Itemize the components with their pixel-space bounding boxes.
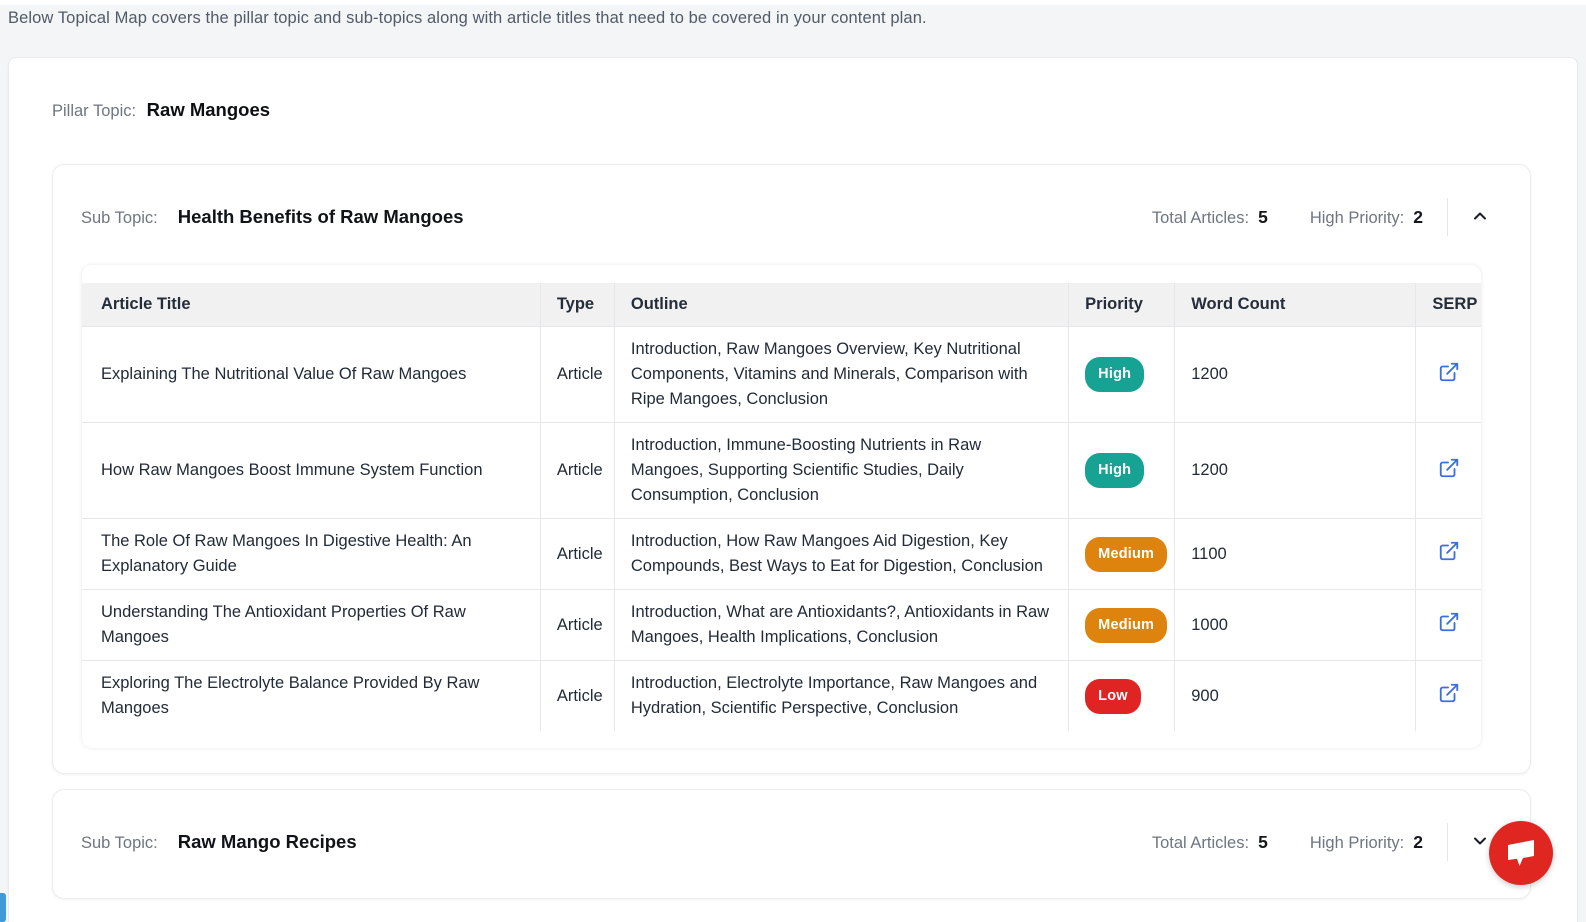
- article-serp-cell: [1416, 423, 1481, 519]
- header-article-title: Article Title: [82, 283, 540, 327]
- serp-link-button[interactable]: [1436, 455, 1462, 484]
- article-word-count-cell: 1200: [1175, 327, 1416, 423]
- article-title-cell: The Role Of Raw Mangoes In Digestive Hea…: [82, 519, 540, 590]
- serp-link-button[interactable]: [1436, 609, 1462, 638]
- table-header-row: Article Title Type Outline Priority Word…: [82, 283, 1481, 327]
- chevron-down-icon: [1472, 835, 1488, 850]
- chevron-up-icon: [1472, 210, 1488, 225]
- pillar-topic-label: Pillar Topic:: [52, 102, 136, 120]
- article-serp-cell: [1416, 590, 1481, 661]
- article-priority-cell: Medium: [1069, 590, 1175, 661]
- header-type: Type: [540, 283, 614, 327]
- subtopic-card-health-benefits: Sub Topic: Health Benefits of Raw Mangoe…: [52, 164, 1531, 774]
- table-row: Understanding The Antioxidant Properties…: [82, 590, 1481, 661]
- article-title-cell: Explaining The Nutritional Value Of Raw …: [82, 327, 540, 423]
- header-divider: [1447, 198, 1448, 236]
- table-row: The Role Of Raw Mangoes In Digestive Hea…: [82, 519, 1481, 590]
- subtopic-title-group: Sub Topic: Raw Mango Recipes: [81, 831, 357, 853]
- article-word-count-cell: 1200: [1175, 423, 1416, 519]
- table-row: Exploring The Electrolyte Balance Provid…: [82, 661, 1481, 732]
- article-priority-cell: High: [1069, 423, 1175, 519]
- header-serp: SERP: [1416, 283, 1481, 327]
- article-type-cell: Article: [540, 661, 614, 732]
- priority-badge: Medium: [1085, 608, 1167, 643]
- external-link-icon: [1438, 692, 1460, 707]
- subtopic-card-recipes: Sub Topic: Raw Mango Recipes Total Artic…: [52, 789, 1531, 899]
- header-outline: Outline: [614, 283, 1068, 327]
- article-title-cell: Exploring The Electrolyte Balance Provid…: [82, 661, 540, 732]
- article-type-cell: Article: [540, 519, 614, 590]
- subtopic-stats: Total Articles: 5 High Priority: 2: [1110, 823, 1494, 861]
- subtopic-title-group: Sub Topic: Health Benefits of Raw Mangoe…: [81, 206, 464, 228]
- total-articles-stat: Total Articles: 5: [1152, 832, 1268, 853]
- header-divider: [1447, 823, 1448, 861]
- high-priority-value: 2: [1413, 207, 1423, 228]
- total-articles-value: 5: [1258, 832, 1268, 853]
- article-type-cell: Article: [540, 590, 614, 661]
- article-priority-cell: Low: [1069, 661, 1175, 732]
- chat-launcher-button[interactable]: [1489, 821, 1553, 885]
- table-row: Explaining The Nutritional Value Of Raw …: [82, 327, 1481, 423]
- topical-map-card: Pillar Topic: Raw Mangoes Sub Topic: Hea…: [8, 57, 1578, 922]
- partial-widget-sliver: [0, 893, 6, 922]
- external-link-icon: [1438, 467, 1460, 482]
- priority-badge: High: [1085, 453, 1144, 488]
- subtopic-title: Health Benefits of Raw Mangoes: [178, 206, 464, 228]
- external-link-icon: [1438, 550, 1460, 565]
- high-priority-stat: High Priority: 2: [1310, 832, 1423, 853]
- top-strip: [0, 0, 1586, 5]
- article-title-cell: Understanding The Antioxidant Properties…: [82, 590, 540, 661]
- pillar-topic-value: Raw Mangoes: [147, 99, 270, 120]
- priority-badge: Medium: [1085, 537, 1167, 572]
- serp-link-button[interactable]: [1436, 538, 1462, 567]
- header-word-count: Word Count: [1175, 283, 1416, 327]
- article-outline-cell: Introduction, Electrolyte Importance, Ra…: [614, 661, 1068, 732]
- article-type-cell: Article: [540, 327, 614, 423]
- article-word-count-cell: 1100: [1175, 519, 1416, 590]
- article-word-count-cell: 1000: [1175, 590, 1416, 661]
- article-priority-cell: High: [1069, 327, 1175, 423]
- article-priority-cell: Medium: [1069, 519, 1175, 590]
- subtopic-title: Raw Mango Recipes: [178, 831, 357, 853]
- subtopic-label: Sub Topic:: [81, 209, 158, 228]
- article-outline-cell: Introduction, Immune-Boosting Nutrients …: [614, 423, 1068, 519]
- subtopic-label: Sub Topic:: [81, 834, 158, 853]
- article-serp-cell: [1416, 327, 1481, 423]
- total-articles-label: Total Articles:: [1152, 834, 1249, 853]
- articles-table-container: Article Title Type Outline Priority Word…: [82, 265, 1481, 748]
- article-outline-cell: Introduction, Raw Mangoes Overview, Key …: [614, 327, 1068, 423]
- total-articles-label: Total Articles:: [1152, 209, 1249, 228]
- article-serp-cell: [1416, 519, 1481, 590]
- high-priority-value: 2: [1413, 832, 1423, 853]
- high-priority-stat: High Priority: 2: [1310, 207, 1423, 228]
- subtopic-stats: Total Articles: 5 High Priority: 2: [1110, 198, 1494, 236]
- article-word-count-cell: 900: [1175, 661, 1416, 732]
- article-outline-cell: Introduction, What are Antioxidants?, An…: [614, 590, 1068, 661]
- articles-table: Article Title Type Outline Priority Word…: [82, 283, 1481, 731]
- header-priority: Priority: [1069, 283, 1175, 327]
- article-type-cell: Article: [540, 423, 614, 519]
- subtopic-header: Sub Topic: Raw Mango Recipes Total Artic…: [53, 790, 1530, 890]
- serp-link-button[interactable]: [1436, 680, 1462, 709]
- priority-badge: Low: [1085, 679, 1141, 714]
- article-outline-cell: Introduction, How Raw Mangoes Aid Digest…: [614, 519, 1068, 590]
- article-serp-cell: [1416, 661, 1481, 732]
- total-articles-value: 5: [1258, 207, 1268, 228]
- article-title-cell: How Raw Mangoes Boost Immune System Func…: [82, 423, 540, 519]
- chat-bubble-icon: [1489, 820, 1553, 887]
- intro-text: Below Topical Map covers the pillar topi…: [8, 9, 1586, 28]
- collapse-subtopic-button[interactable]: [1466, 204, 1494, 231]
- external-link-icon: [1438, 621, 1460, 636]
- subtopic-header: Sub Topic: Health Benefits of Raw Mangoe…: [53, 165, 1530, 265]
- high-priority-label: High Priority:: [1310, 834, 1404, 853]
- priority-badge: High: [1085, 357, 1144, 392]
- high-priority-label: High Priority:: [1310, 209, 1404, 228]
- external-link-icon: [1438, 371, 1460, 386]
- pillar-topic-row: Pillar Topic: Raw Mangoes: [52, 99, 1531, 121]
- serp-link-button[interactable]: [1436, 359, 1462, 388]
- table-row: How Raw Mangoes Boost Immune System Func…: [82, 423, 1481, 519]
- total-articles-stat: Total Articles: 5: [1152, 207, 1268, 228]
